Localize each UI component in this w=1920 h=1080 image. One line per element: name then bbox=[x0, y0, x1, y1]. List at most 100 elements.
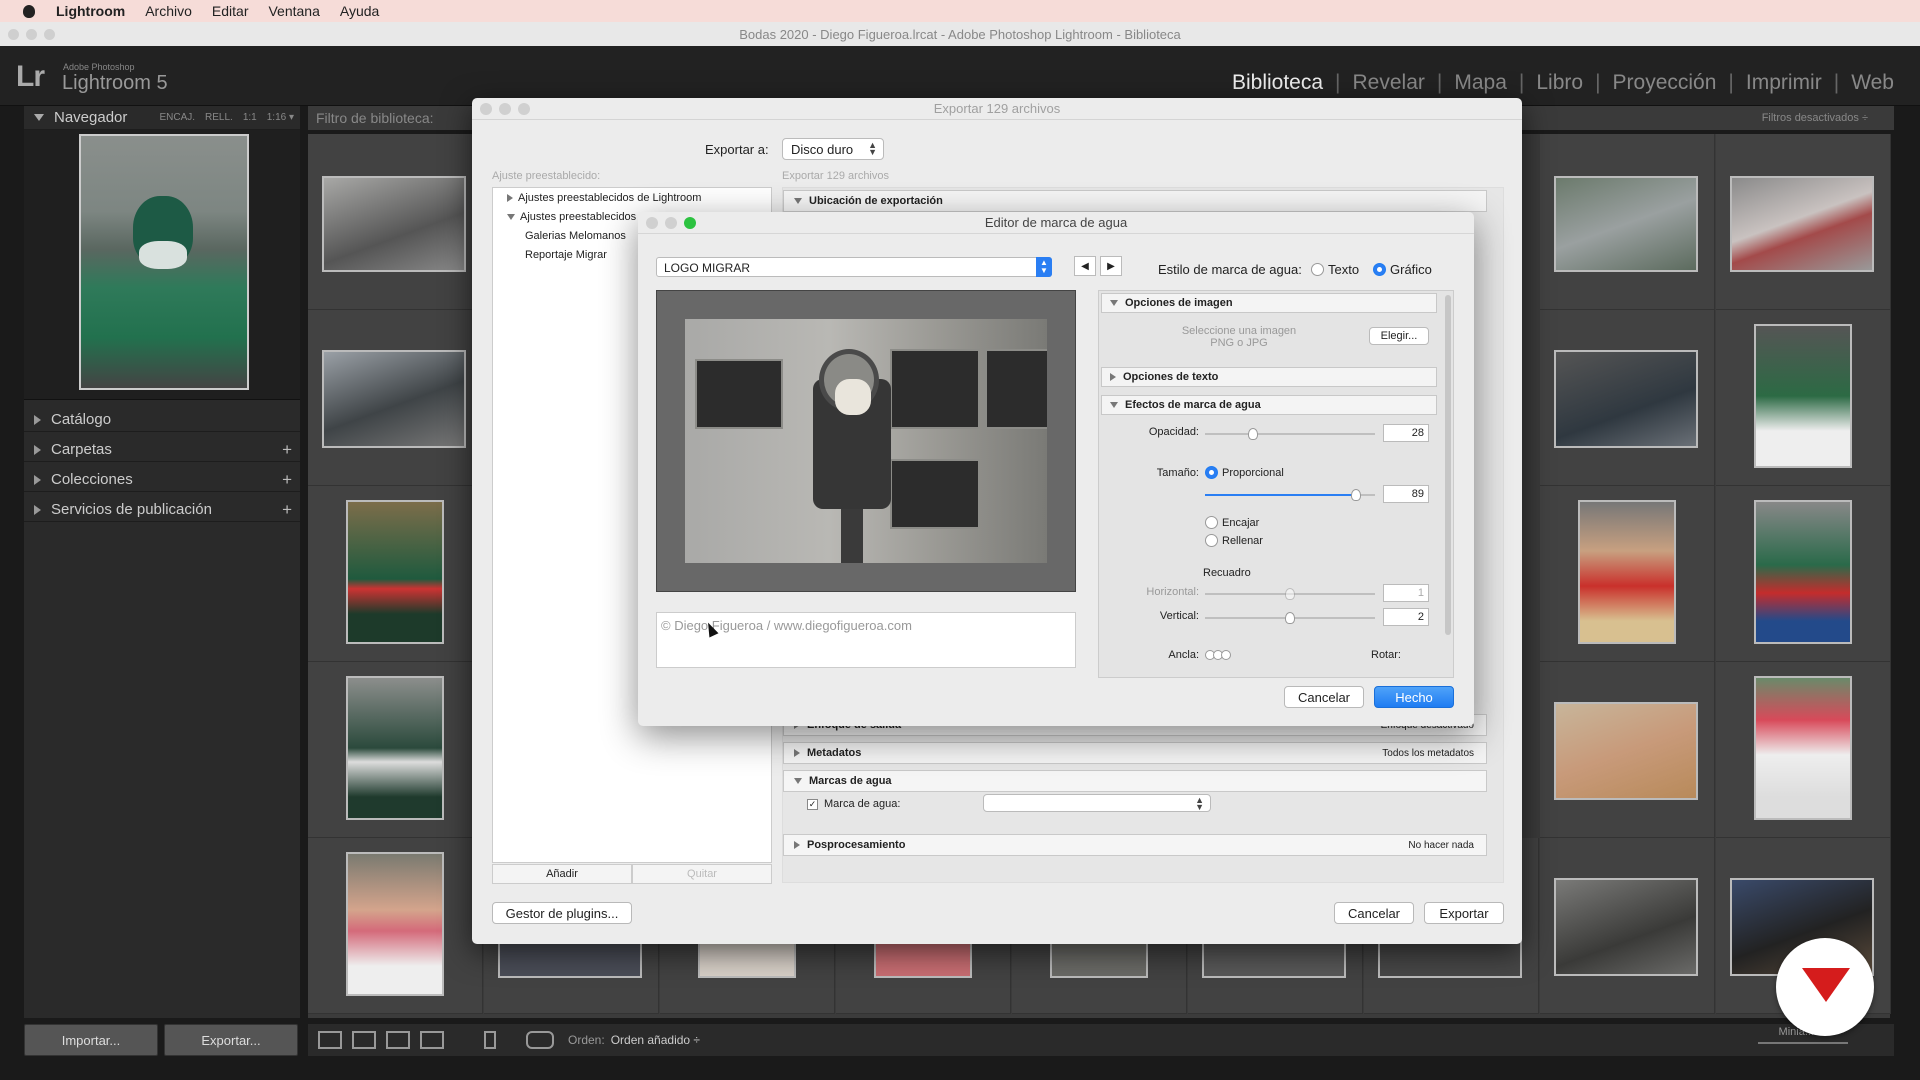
grid-cell[interactable] bbox=[1716, 134, 1891, 310]
grid-cell[interactable] bbox=[1716, 662, 1891, 838]
module-imprimir[interactable]: Imprimir bbox=[1734, 71, 1834, 95]
wm-cancel-button[interactable]: Cancelar bbox=[1284, 686, 1364, 708]
sort-dropdown[interactable]: Orden añadido ÷ bbox=[611, 1033, 700, 1047]
size-fit-radio[interactable] bbox=[1205, 516, 1218, 529]
size-proportional-radio[interactable] bbox=[1205, 466, 1218, 479]
watermark-checkbox[interactable]: ✓ bbox=[807, 798, 818, 810]
section-metadata[interactable]: Metadatos Todos los metadatos bbox=[783, 742, 1487, 764]
style-graphic-radio[interactable] bbox=[1373, 263, 1386, 276]
thumbnail[interactable] bbox=[346, 676, 444, 820]
wm-window-controls[interactable] bbox=[646, 217, 696, 229]
horizontal-slider-knob[interactable] bbox=[1285, 588, 1295, 600]
export-cancel-button[interactable]: Cancelar bbox=[1334, 902, 1414, 924]
thumbnail[interactable] bbox=[1554, 350, 1698, 448]
size-fit-option[interactable]: Encajar bbox=[1205, 516, 1259, 529]
grid-cell[interactable] bbox=[1540, 486, 1715, 662]
wm-done-button[interactable]: Hecho bbox=[1374, 686, 1454, 708]
size-slider[interactable] bbox=[1205, 489, 1375, 501]
grid-cell[interactable] bbox=[1540, 838, 1715, 1014]
grid-cell[interactable] bbox=[308, 486, 483, 662]
loupe-view-icon[interactable] bbox=[352, 1031, 376, 1049]
thumbnail[interactable] bbox=[1202, 938, 1346, 978]
horizontal-value[interactable]: 1 bbox=[1383, 584, 1429, 602]
zoom-fill[interactable]: RELL. bbox=[205, 112, 233, 123]
next-image-button[interactable]: ▶ bbox=[1100, 256, 1122, 276]
thumbnail[interactable] bbox=[1730, 176, 1874, 272]
section-servicios[interactable]: Servicios de publicación + bbox=[24, 498, 300, 522]
export-confirm-button[interactable]: Exportar bbox=[1424, 902, 1504, 924]
thumbnail[interactable] bbox=[874, 938, 972, 978]
grid-cell[interactable] bbox=[308, 838, 483, 1014]
thumbnail-size-slider[interactable] bbox=[1758, 1042, 1848, 1044]
watermark-preset-select[interactable]: LOGO MIGRAR ▲ ▼ bbox=[656, 257, 1052, 277]
compare-view-icon[interactable] bbox=[386, 1031, 410, 1049]
previous-image-button[interactable]: ◀ bbox=[1074, 256, 1096, 276]
thumbnail[interactable] bbox=[322, 350, 466, 448]
add-preset-button[interactable]: Añadir bbox=[492, 864, 632, 884]
filters-off-dropdown[interactable]: Filtros desactivados ÷ bbox=[1762, 112, 1868, 124]
sort-direction-icon[interactable] bbox=[526, 1031, 554, 1049]
thumbnail[interactable] bbox=[1378, 938, 1522, 978]
grid-cell[interactable] bbox=[1716, 486, 1891, 662]
grid-cell[interactable] bbox=[1540, 134, 1715, 310]
grid-cell[interactable] bbox=[308, 310, 483, 486]
image-options-header[interactable]: Opciones de imagen bbox=[1101, 293, 1437, 313]
remove-preset-button[interactable]: Quitar bbox=[632, 864, 772, 884]
section-postprocessing[interactable]: Posprocesamiento No hacer nada bbox=[783, 834, 1487, 856]
watermark-text-input[interactable]: © Diego Figueroa / www.diegofigueroa.com bbox=[656, 612, 1076, 668]
thumbnail[interactable] bbox=[1754, 324, 1852, 468]
zoom-fit[interactable]: ENCAJ. bbox=[159, 112, 195, 123]
size-proportional-option[interactable]: Proporcional bbox=[1205, 466, 1284, 479]
size-slider-knob[interactable] bbox=[1351, 489, 1362, 501]
dialog-window-controls[interactable] bbox=[480, 103, 530, 115]
module-mapa[interactable]: Mapa bbox=[1442, 71, 1519, 95]
zoom-1-1[interactable]: 1:1 bbox=[243, 112, 257, 123]
anchor-picker[interactable] bbox=[1205, 648, 1231, 663]
menu-ventana[interactable]: Ventana bbox=[268, 3, 319, 19]
module-revelar[interactable]: Revelar bbox=[1341, 71, 1437, 95]
add-service-icon[interactable]: + bbox=[282, 500, 292, 520]
section-watermark[interactable]: Marcas de agua bbox=[783, 770, 1487, 792]
menu-lightroom[interactable]: Lightroom bbox=[56, 3, 125, 19]
thumbnail[interactable] bbox=[1554, 878, 1698, 976]
grid-cell[interactable] bbox=[1716, 310, 1891, 486]
navigator-header[interactable]: Navegador ENCAJ. RELL. 1:1 1:16 ▾ bbox=[24, 106, 300, 130]
add-folder-icon[interactable]: + bbox=[282, 440, 292, 460]
thumbnail[interactable] bbox=[1578, 500, 1676, 644]
painter-icon[interactable] bbox=[484, 1031, 496, 1049]
thumbnail[interactable] bbox=[1754, 676, 1852, 820]
add-collection-icon[interactable]: + bbox=[282, 470, 292, 490]
thumbnail[interactable] bbox=[1050, 938, 1148, 978]
choose-image-button[interactable]: Elegir... bbox=[1369, 327, 1429, 345]
apple-icon[interactable] bbox=[20, 4, 42, 18]
thumbnail[interactable] bbox=[698, 938, 796, 978]
section-export-location[interactable]: Ubicación de exportación bbox=[783, 190, 1487, 212]
thumbnail[interactable] bbox=[1754, 500, 1852, 644]
style-graphic-option[interactable]: Gráfico bbox=[1373, 262, 1432, 277]
section-colecciones[interactable]: Colecciones + bbox=[24, 468, 300, 492]
thumbnail[interactable] bbox=[322, 176, 466, 272]
section-catalogo[interactable]: Catálogo bbox=[24, 408, 300, 432]
tree-lr-presets[interactable]: Ajustes preestablecidos de Lightroom bbox=[493, 188, 771, 207]
grid-cell[interactable] bbox=[1540, 310, 1715, 486]
thumbnail[interactable] bbox=[1554, 702, 1698, 800]
horizontal-slider[interactable] bbox=[1205, 588, 1375, 600]
opacity-value[interactable]: 28 bbox=[1383, 424, 1429, 442]
vertical-slider[interactable] bbox=[1205, 612, 1375, 624]
vertical-value[interactable]: 2 bbox=[1383, 608, 1429, 626]
zoom-1-16[interactable]: 1:16 ▾ bbox=[267, 112, 294, 123]
size-fill-option[interactable]: Rellenar bbox=[1205, 534, 1263, 547]
grid-cell[interactable] bbox=[308, 662, 483, 838]
export-to-select[interactable]: Disco duro ▲ ▼ bbox=[782, 138, 884, 160]
size-value[interactable]: 89 bbox=[1383, 485, 1429, 503]
grid-cell[interactable] bbox=[308, 134, 483, 310]
thumbnail[interactable] bbox=[346, 852, 444, 996]
plugin-manager-button[interactable]: Gestor de plugins... bbox=[492, 902, 632, 924]
navigator-preview[interactable] bbox=[24, 130, 300, 400]
thumbnail[interactable] bbox=[346, 500, 444, 644]
import-button[interactable]: Importar... bbox=[24, 1024, 158, 1056]
module-web[interactable]: Web bbox=[1839, 71, 1906, 95]
thumbnail[interactable] bbox=[1554, 176, 1698, 272]
text-options-header[interactable]: Opciones de texto bbox=[1101, 367, 1437, 387]
style-text-radio[interactable] bbox=[1311, 263, 1324, 276]
